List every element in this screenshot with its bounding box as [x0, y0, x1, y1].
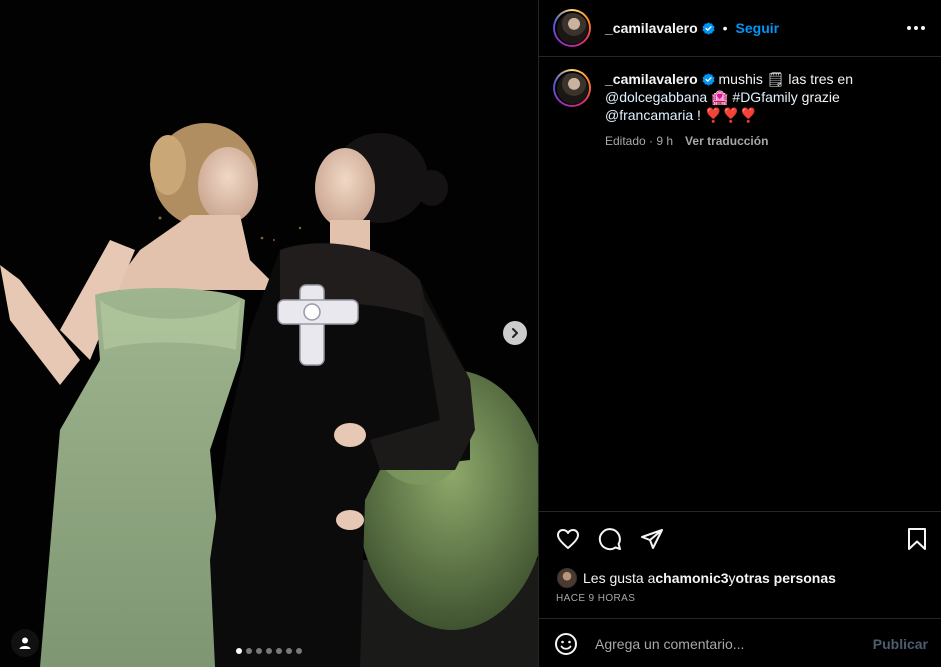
caption-text-part: mushis: [714, 71, 767, 87]
post-timestamp[interactable]: HACE 9 HORAS: [556, 593, 635, 604]
comment-button[interactable]: [597, 526, 623, 552]
mention-link[interactable]: @francamaria: [605, 107, 693, 123]
caption-text-part: las tres en: [784, 71, 854, 87]
follow-button[interactable]: Seguir: [736, 20, 780, 36]
like-button[interactable]: [555, 526, 581, 552]
author-username[interactable]: _camilavalero: [605, 20, 698, 36]
caption-text: _camilavalero mushis 🗒 las tres en @dolc…: [605, 70, 915, 124]
liker-username[interactable]: chamonic3: [655, 570, 728, 586]
bookmark-icon: [908, 528, 926, 550]
likes-summary[interactable]: Les gusta a chamonic3 y otras personas: [557, 568, 836, 588]
user-tag-icon: [19, 637, 31, 649]
chevron-right-icon: [512, 328, 518, 338]
post-media[interactable]: [0, 0, 538, 667]
caption-text-part: grazie: [797, 89, 840, 105]
post-side-panel: _camilavalero • Seguir _camilavalero mus…: [538, 0, 941, 667]
carousel-indicator: [236, 648, 302, 654]
share-icon: [641, 529, 663, 549]
verified-icon: [702, 73, 715, 86]
likes-prefix: Les gusta a: [583, 570, 656, 586]
edited-timestamp: Editado · 9 h: [605, 134, 674, 148]
hashtag-link[interactable]: #DGfamily: [732, 89, 797, 105]
caption-username[interactable]: _camilavalero: [605, 71, 698, 87]
liker-avatar[interactable]: [557, 568, 577, 588]
emoji-button[interactable]: [553, 631, 579, 657]
post-caption: _camilavalero mushis 🗒 las tres en @dolc…: [553, 69, 933, 150]
caption-avatar[interactable]: [553, 69, 591, 107]
verified-icon: [702, 21, 715, 35]
heart-icon: [557, 529, 579, 549]
avatar-image: [556, 12, 588, 44]
action-bar: [555, 526, 665, 552]
comment-input[interactable]: [595, 635, 873, 652]
header-separator: •: [722, 20, 728, 36]
caption-text-part: !: [693, 107, 705, 123]
next-image-button[interactable]: [503, 321, 527, 345]
emoji-icon: [555, 632, 577, 655]
avatar-frame: [555, 11, 589, 45]
likes-mid: y: [728, 570, 736, 586]
post-photo: [0, 0, 538, 667]
avatar-frame: [555, 71, 589, 105]
caption-body: _camilavalero mushis 🗒 las tres en @dolc…: [605, 70, 915, 150]
share-button[interactable]: [639, 526, 665, 552]
caption-emoji: 🗒: [766, 71, 785, 87]
carousel-dot: [236, 648, 242, 654]
carousel-dot: [266, 648, 272, 654]
comment-icon: [598, 528, 621, 551]
see-translation-button[interactable]: Ver traducción: [685, 132, 768, 150]
post-footer: Les gusta a chamonic3 y otras personas H…: [539, 511, 941, 667]
carousel-dot: [256, 648, 262, 654]
save-button[interactable]: [904, 526, 930, 552]
others-link[interactable]: otras personas: [736, 570, 836, 586]
caption-emoji: 🏩: [707, 89, 733, 105]
carousel-dot: [276, 648, 282, 654]
more-icon: [921, 26, 925, 30]
mention-link[interactable]: @dolcegabbana: [605, 89, 707, 105]
caption-meta: Editado · 9 h Ver traducción: [605, 132, 915, 150]
caption-hearts: ❣️❣️❣️: [704, 107, 758, 123]
carousel-dot: [296, 648, 302, 654]
more-options-button[interactable]: [904, 18, 928, 38]
avatar-image: [556, 72, 588, 104]
avatar[interactable]: [553, 9, 591, 47]
carousel-dot: [286, 648, 292, 654]
comment-bar: Publicar: [539, 618, 941, 667]
more-icon: [914, 26, 918, 30]
post-header: _camilavalero • Seguir: [539, 0, 941, 57]
tagged-users-button[interactable]: [11, 629, 39, 657]
carousel-dot: [246, 648, 252, 654]
more-icon: [907, 26, 911, 30]
publish-button[interactable]: Publicar: [873, 636, 928, 652]
